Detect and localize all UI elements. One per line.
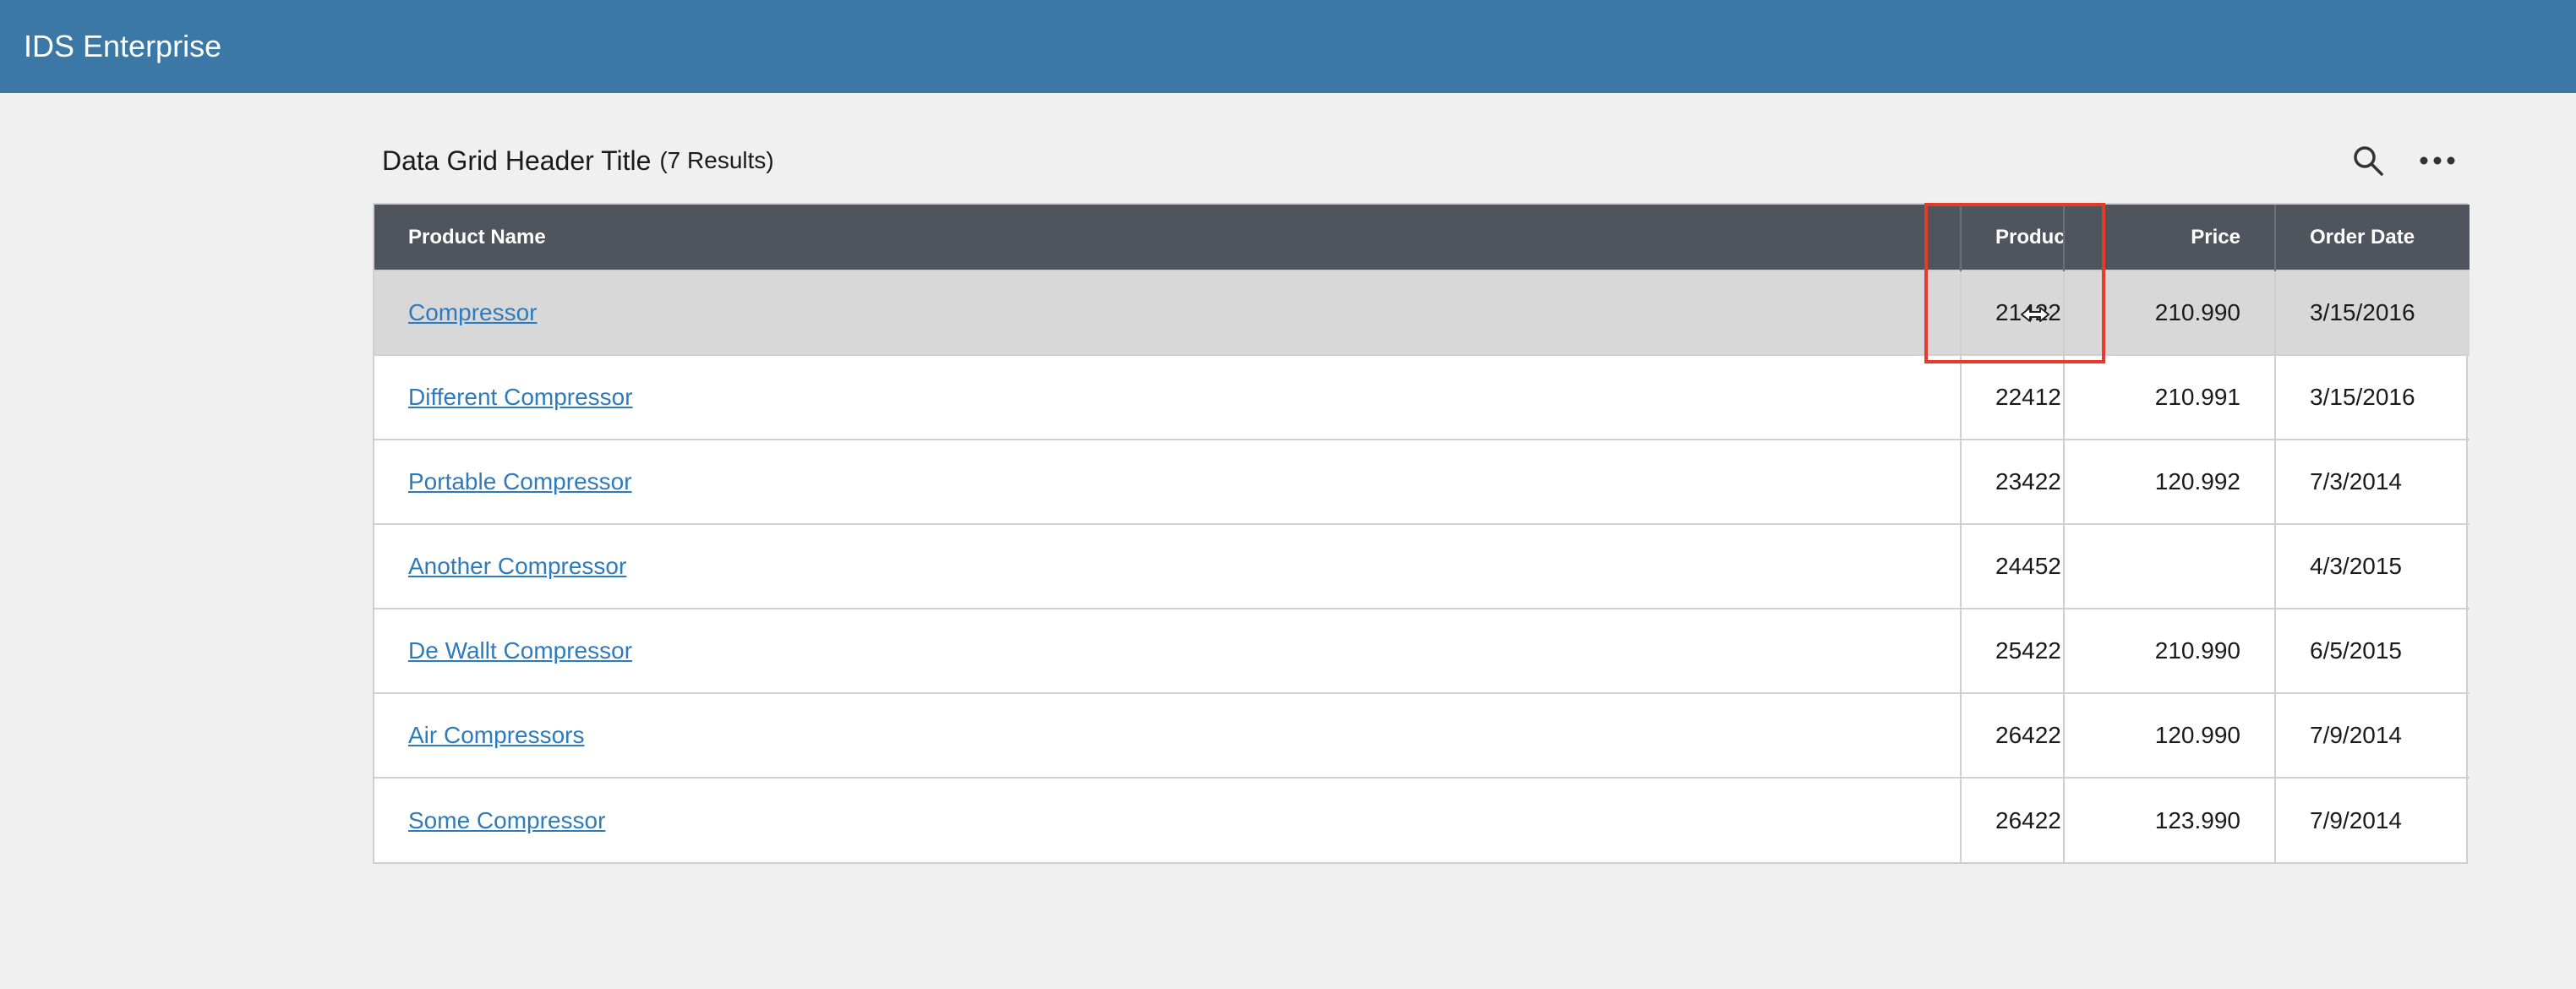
column-header-order-date[interactable]: Order Date — [2274, 205, 2470, 270]
table-row[interactable]: Compressor 21422 210.990 3/15/2016 — [374, 270, 2470, 355]
resize-cursor-icon — [2021, 307, 2049, 322]
table-row[interactable]: Air Compressors 26422 120.990 7/9/2014 — [374, 693, 2470, 778]
cell-product[interactable]: 22412 — [1960, 355, 2064, 440]
product-name-link[interactable]: Another Compressor — [408, 553, 626, 579]
cell-product-name: De Wallt Compressor — [374, 609, 1961, 693]
app-header: IDS Enterprise — [0, 0, 2576, 93]
cell-price[interactable]: 123.990 — [2063, 778, 2275, 862]
cell-product-name: Some Compressor — [374, 778, 1961, 862]
cell-order-date[interactable]: 3/15/2016 — [2274, 355, 2470, 440]
cell-product-name: Portable Compressor — [374, 440, 1961, 524]
grid-header-row: Product Name Produc Price Order Date — [374, 205, 2470, 270]
cell-product[interactable]: 24452 — [1960, 524, 2064, 609]
grid-toolbar: Data Grid Header Title (7 Results) — [382, 135, 2468, 186]
cell-order-date[interactable]: 6/5/2015 — [2274, 609, 2470, 693]
search-icon — [2354, 146, 2383, 176]
table-row[interactable]: De Wallt Compressor 25422 210.990 6/5/20… — [374, 609, 2470, 693]
cell-product-name: Another Compressor — [374, 524, 1961, 609]
table-row[interactable]: Some Compressor 26422 123.990 7/9/2014 — [374, 778, 2470, 862]
cell-price[interactable]: 210.990 — [2063, 609, 2275, 693]
more-actions-icon — [2420, 156, 2455, 165]
cell-price[interactable]: 210.990 — [2063, 270, 2275, 355]
table-row[interactable]: Different Compressor 22412 210.991 3/15/… — [374, 355, 2470, 440]
cell-price[interactable] — [2063, 524, 2275, 609]
cell-order-date[interactable]: 3/15/2016 — [2274, 270, 2470, 355]
cell-product[interactable]: 26422 — [1960, 778, 2064, 862]
cell-product[interactable]: 25422 — [1960, 609, 2064, 693]
cell-order-date[interactable]: 7/3/2014 — [2274, 440, 2470, 524]
column-header-product-name[interactable]: Product Name — [374, 205, 1961, 270]
data-grid-table: Product Name Produc Price Order Date Com… — [374, 205, 2470, 862]
product-name-link[interactable]: De Wallt Compressor — [408, 637, 632, 664]
product-name-link[interactable]: Some Compressor — [408, 807, 605, 833]
data-grid: Product Name Produc Price Order Date Com… — [373, 203, 2470, 864]
product-name-link[interactable]: Compressor — [408, 299, 537, 325]
cell-price[interactable]: 120.992 — [2063, 440, 2275, 524]
cell-product-name: Different Compressor — [374, 355, 1961, 440]
product-name-link[interactable]: Portable Compressor — [408, 468, 632, 494]
cell-order-date[interactable]: 4/3/2015 — [2274, 524, 2470, 609]
column-header-price[interactable]: Price — [2063, 205, 2275, 270]
grid-result-count: (7 Results) — [659, 147, 774, 173]
more-actions-button[interactable] — [2417, 140, 2458, 181]
product-name-link[interactable]: Different Compressor — [408, 384, 633, 410]
app-title: IDS Enterprise — [24, 29, 222, 63]
column-header-product[interactable]: Produc — [1960, 205, 2064, 270]
search-button[interactable] — [2348, 140, 2388, 181]
cell-order-date[interactable]: 7/9/2014 — [2274, 693, 2470, 778]
table-row[interactable]: Portable Compressor 23422 120.992 7/3/20… — [374, 440, 2470, 524]
toolbar-actions — [2348, 135, 2468, 186]
cell-product-name: Compressor — [374, 270, 1961, 355]
cell-product[interactable]: 26422 — [1960, 693, 2064, 778]
cell-product[interactable]: 23422 — [1960, 440, 2064, 524]
table-row[interactable]: Another Compressor 24452 4/3/2015 — [374, 524, 2470, 609]
grid-title: Data Grid Header Title — [382, 145, 652, 176]
cell-order-date[interactable]: 7/9/2014 — [2274, 778, 2470, 862]
cell-product-name: Air Compressors — [374, 693, 1961, 778]
cell-price[interactable]: 210.991 — [2063, 355, 2275, 440]
cell-price[interactable]: 120.990 — [2063, 693, 2275, 778]
product-name-link[interactable]: Air Compressors — [408, 722, 584, 748]
